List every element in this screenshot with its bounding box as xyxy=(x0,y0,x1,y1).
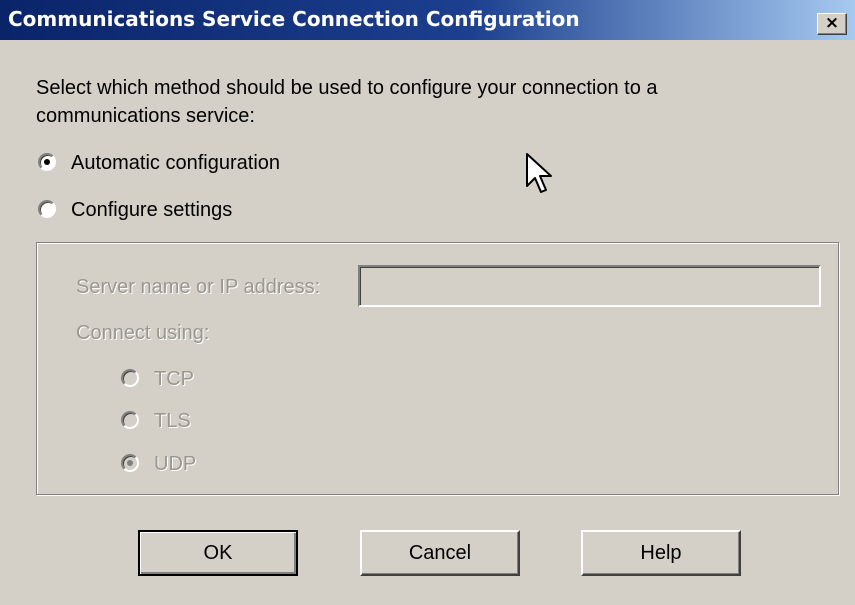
mouse-pointer-icon xyxy=(526,153,552,193)
cancel-button[interactable]: Cancel xyxy=(360,530,520,576)
title-bar: Communications Service Connection Config… xyxy=(0,0,855,40)
radio-automatic-indicator[interactable] xyxy=(38,153,56,171)
radio-udp-label[interactable]: UDP xyxy=(154,453,196,476)
radio-udp-indicator[interactable] xyxy=(121,454,139,472)
radio-tcp-indicator[interactable] xyxy=(121,369,139,387)
radio-tls-indicator[interactable] xyxy=(121,411,139,429)
ok-button[interactable]: OK xyxy=(138,530,298,576)
close-icon: × xyxy=(824,13,840,33)
server-name-label: Server name or IP address: xyxy=(76,276,321,298)
window-title: Communications Service Connection Config… xyxy=(8,7,580,31)
radio-tls-label[interactable]: TLS xyxy=(154,410,191,433)
radio-automatic-label[interactable]: Automatic configuration xyxy=(71,152,280,175)
server-name-input[interactable] xyxy=(358,265,821,307)
instruction-text: Select which method should be used to co… xyxy=(36,77,658,127)
radio-configure-label[interactable]: Configure settings xyxy=(71,199,232,222)
radio-tcp-label[interactable]: TCP xyxy=(154,368,194,391)
help-button[interactable]: Help xyxy=(581,530,741,576)
connect-using-label: Connect using: xyxy=(76,322,210,344)
radio-configure-indicator[interactable] xyxy=(38,200,56,218)
radio-selected-dot xyxy=(44,159,50,165)
radio-selected-dot xyxy=(127,460,133,466)
close-button[interactable]: × xyxy=(817,13,847,35)
